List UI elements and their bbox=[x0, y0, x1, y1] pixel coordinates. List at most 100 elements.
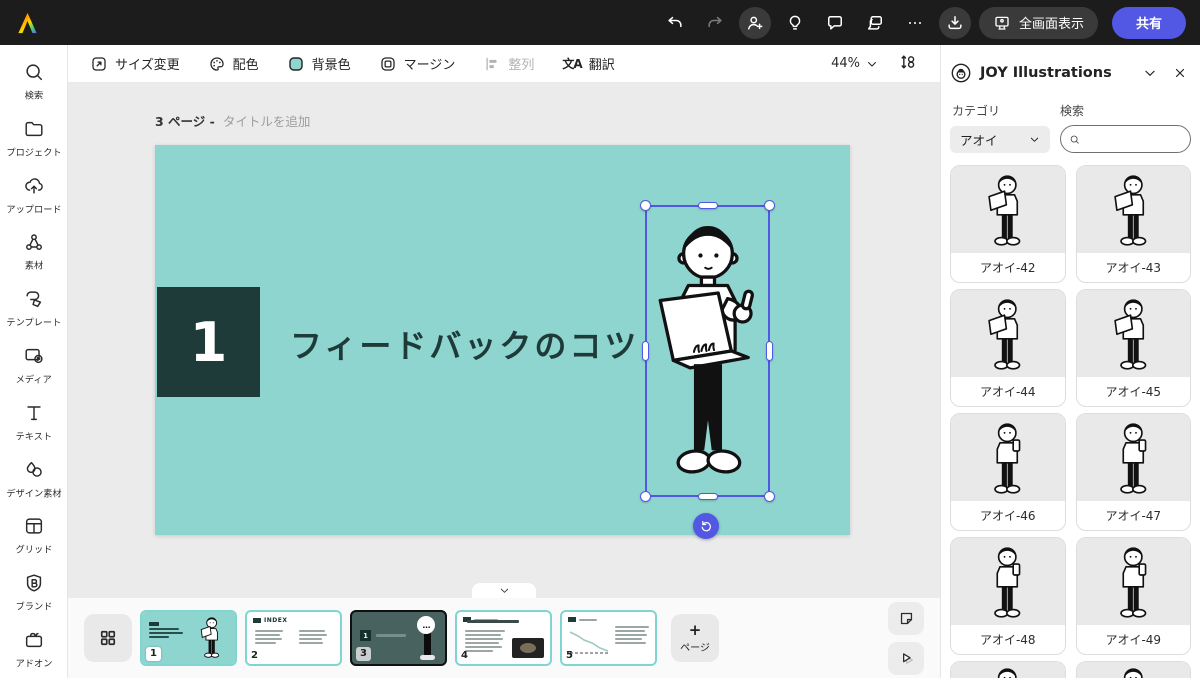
zoom-level: 44% bbox=[831, 56, 860, 71]
selected-illustration[interactable] bbox=[645, 205, 770, 497]
page-thumbnail-2[interactable]: INDEX 2 bbox=[245, 610, 342, 666]
resize-handle-bottom-right[interactable] bbox=[764, 491, 775, 502]
resize-button[interactable]: サイズ変更 bbox=[90, 54, 180, 73]
fullscreen-label: 全画面表示 bbox=[1019, 13, 1084, 32]
background-color-button[interactable]: 背景色 bbox=[287, 54, 351, 73]
sidebar-item-addons[interactable]: アドオン bbox=[0, 621, 67, 678]
translate-button[interactable]: 文A 翻訳 bbox=[562, 54, 614, 73]
resize-handle-top-right[interactable] bbox=[764, 200, 775, 211]
slide-number: 1 bbox=[190, 311, 228, 374]
share-button[interactable]: 共有 bbox=[1112, 7, 1186, 39]
resize-handle-bottom[interactable] bbox=[698, 493, 718, 500]
illustration-card[interactable]: アオイ-43 bbox=[1076, 165, 1192, 283]
thumb5-chart bbox=[568, 626, 610, 660]
undo-icon[interactable] bbox=[659, 7, 691, 39]
sidebar-label: テンプレート bbox=[6, 315, 61, 329]
margin-button[interactable]: マージン bbox=[379, 54, 456, 73]
rotate-handle[interactable] bbox=[693, 513, 719, 539]
page-thumbnail-1[interactable]: 1 bbox=[140, 610, 237, 666]
resize-handle-left[interactable] bbox=[642, 341, 649, 361]
notes-button[interactable] bbox=[888, 602, 924, 635]
joy-illustrations-panel: JOY Illustrations カテゴリ 検索 アオイ bbox=[940, 45, 1200, 678]
present-play-button[interactable] bbox=[888, 642, 924, 675]
comment-icon[interactable] bbox=[819, 7, 851, 39]
margin-icon bbox=[379, 55, 397, 73]
illustration-card[interactable]: アオイ-45 bbox=[1076, 289, 1192, 407]
adobe-express-logo-icon[interactable] bbox=[14, 9, 41, 36]
page-thumbnail-3-selected[interactable]: 1 … 3 bbox=[350, 610, 447, 666]
grid-view-icon bbox=[98, 628, 118, 648]
resize-label: サイズ変更 bbox=[115, 54, 180, 73]
thumb3-person-silhouette bbox=[424, 632, 431, 656]
grid-view-button[interactable] bbox=[84, 614, 132, 662]
palette-icon bbox=[208, 55, 226, 73]
illustration-card[interactable]: アオイ-46 bbox=[950, 413, 1066, 531]
redo-icon[interactable] bbox=[699, 7, 731, 39]
left-sidebar: 検索 プロジェクト アップロード 素材 テンプレート メディア テキスト デザ bbox=[0, 45, 68, 678]
sidebar-label: グリッド bbox=[15, 542, 52, 556]
illustration-card[interactable]: アオイ-42 bbox=[950, 165, 1066, 283]
person-laptop-illustration bbox=[649, 209, 766, 493]
panel-collapse-button[interactable] bbox=[1139, 62, 1161, 84]
category-dropdown[interactable]: アオイ bbox=[950, 126, 1050, 153]
illustration-card-partial[interactable] bbox=[950, 661, 1066, 678]
illustration-label: アオイ-44 bbox=[951, 377, 1065, 406]
reorder-pages-button[interactable] bbox=[898, 52, 918, 76]
collapse-pages-bar-tab[interactable] bbox=[472, 583, 536, 598]
background-color-label: 背景色 bbox=[312, 54, 351, 73]
person-illustration bbox=[1077, 538, 1191, 625]
person-illustration bbox=[1077, 290, 1191, 377]
addons-icon bbox=[23, 629, 45, 651]
pages-bar-side-buttons bbox=[888, 602, 924, 675]
sidebar-item-projects[interactable]: プロジェクト bbox=[0, 110, 67, 167]
joy-illustrations-logo-icon bbox=[950, 62, 972, 84]
sidebar-item-elements[interactable]: 素材 bbox=[0, 223, 67, 280]
search-label: 検索 bbox=[1060, 102, 1084, 119]
ideas-lightbulb-icon[interactable] bbox=[779, 7, 811, 39]
resize-handle-top-left[interactable] bbox=[640, 200, 651, 211]
chevron-down-icon bbox=[499, 585, 510, 596]
rotate-icon bbox=[699, 519, 713, 533]
sidebar-label: 素材 bbox=[24, 258, 42, 272]
resize-handle-bottom-left[interactable] bbox=[640, 491, 651, 502]
page-title-placeholder[interactable]: タイトルを追加 bbox=[223, 114, 311, 129]
add-page-button[interactable]: + ページ bbox=[671, 614, 719, 662]
invite-people-icon[interactable] bbox=[739, 7, 771, 39]
resize-handle-top[interactable] bbox=[698, 202, 718, 209]
play-icon bbox=[898, 650, 915, 667]
brand-icon bbox=[23, 572, 45, 594]
sidebar-label: テキスト bbox=[15, 428, 52, 442]
search-input[interactable] bbox=[1085, 132, 1182, 146]
topbar: 全画面表示 共有 bbox=[0, 0, 1200, 45]
sidebar-item-uploads[interactable]: アップロード bbox=[0, 167, 67, 224]
page-thumbnail-5[interactable]: 5 bbox=[560, 610, 657, 666]
translate-label: 翻訳 bbox=[589, 54, 615, 73]
illustration-card-partial[interactable] bbox=[1076, 661, 1192, 678]
illustration-card[interactable]: アオイ-48 bbox=[950, 537, 1066, 655]
illustration-card[interactable]: アオイ-47 bbox=[1076, 413, 1192, 531]
sidebar-item-grid[interactable]: グリッド bbox=[0, 508, 67, 565]
panel-close-button[interactable] bbox=[1169, 62, 1191, 84]
sidebar-item-brand[interactable]: ブランド bbox=[0, 564, 67, 621]
zoom-control[interactable]: 44% bbox=[831, 56, 878, 71]
color-scheme-button[interactable]: 配色 bbox=[208, 54, 259, 73]
sidebar-item-search[interactable]: 検索 bbox=[0, 53, 67, 110]
sidebar-item-templates[interactable]: テンプレート bbox=[0, 280, 67, 337]
align-label: 整列 bbox=[508, 54, 534, 73]
resize-handle-right[interactable] bbox=[766, 341, 773, 361]
page-thumbnail-4[interactable]: 4 bbox=[455, 610, 552, 666]
illustration-card[interactable]: アオイ-44 bbox=[950, 289, 1066, 407]
sidebar-item-media[interactable]: メディア bbox=[0, 337, 67, 394]
version-history-icon[interactable] bbox=[859, 7, 891, 39]
slide-title[interactable]: フィードバックのコツ bbox=[290, 321, 639, 367]
sidebar-item-design-assets[interactable]: デザイン素材 bbox=[0, 451, 67, 508]
illustration-card[interactable]: アオイ-49 bbox=[1076, 537, 1192, 655]
app-root: 全画面表示 共有 検索 プロジェクト アップロード 素材 テンプレート bbox=[0, 0, 1200, 678]
slide-page-3[interactable]: 1 フィードバックのコツ bbox=[155, 145, 850, 535]
sidebar-item-text[interactable]: テキスト bbox=[0, 394, 67, 451]
more-options-icon[interactable] bbox=[899, 7, 931, 39]
download-icon[interactable] bbox=[939, 7, 971, 39]
page-label-row: 3 ページ - タイトルを追加 bbox=[155, 111, 310, 130]
slide-number-box[interactable]: 1 bbox=[157, 287, 260, 397]
fullscreen-button[interactable]: 全画面表示 bbox=[979, 7, 1098, 39]
